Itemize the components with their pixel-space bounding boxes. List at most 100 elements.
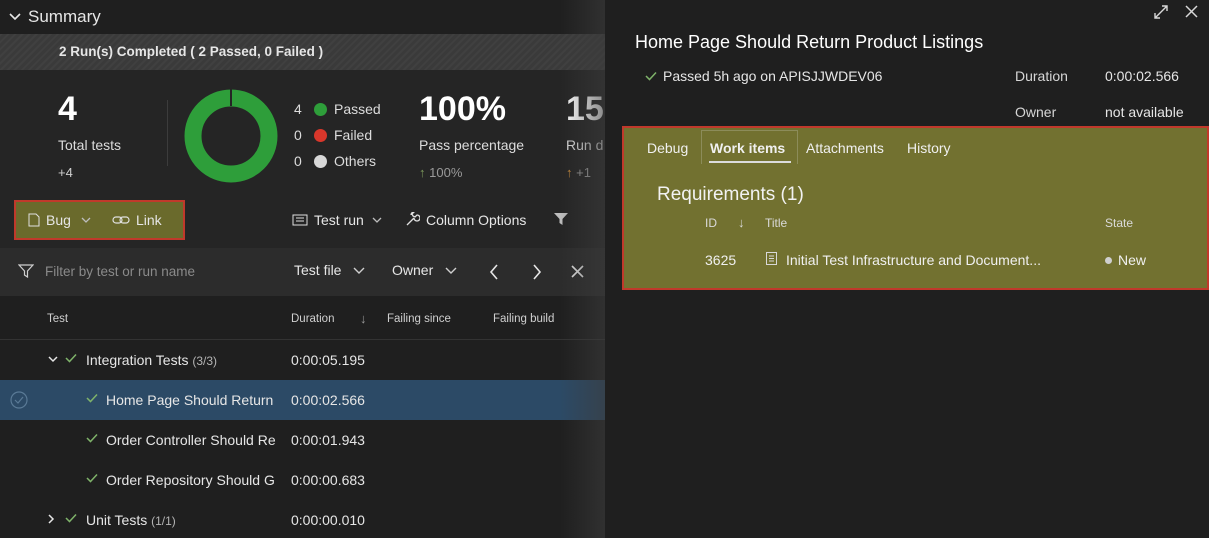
expand-icon[interactable]: [1153, 4, 1169, 20]
table-row[interactable]: Unit Tests (1/1) 0:00:00.010: [0, 500, 605, 538]
passed-status: Passed 5h ago on APISJJWDEV06: [645, 68, 882, 84]
state-text: New: [1118, 252, 1147, 268]
owner-dropdown[interactable]: Owner: [392, 262, 463, 278]
passed-label: Passed: [334, 101, 381, 117]
duration-label: Duration: [1015, 68, 1068, 84]
duration-value: 0:00:02.566: [1105, 68, 1179, 84]
run-completed-text: 2 Run(s) Completed ( 2 Passed, 0 Failed …: [59, 44, 324, 59]
col-id[interactable]: ID: [705, 216, 717, 230]
row-name: Integration Tests (3/3): [86, 352, 217, 368]
arrow-up-icon: ↑: [566, 165, 573, 180]
run-completed-banner: 2 Run(s) Completed ( 2 Passed, 0 Failed …: [0, 34, 605, 70]
test-run-dropdown[interactable]: Test run: [292, 212, 388, 228]
sort-down-icon[interactable]: ↓: [738, 215, 745, 230]
funnel-icon: [554, 213, 568, 225]
col-failing-build[interactable]: Failing build: [493, 313, 554, 325]
link-icon: [112, 216, 130, 224]
requirement-title-link[interactable]: Initial Test Infrastructure and Document…: [786, 252, 1041, 268]
total-tests-label: Total tests: [58, 137, 122, 153]
arrow-up-icon: ↑: [419, 165, 426, 180]
requirement-id: 3625: [705, 252, 737, 268]
chevron-down-icon: [81, 217, 91, 223]
row-name-text: Integration Tests: [86, 352, 189, 368]
check-icon: [65, 353, 77, 363]
row-duration: 0:00:02.566: [291, 392, 365, 408]
passed-count: 4: [294, 101, 302, 117]
row-name: Home Page Should Return: [106, 392, 274, 408]
close-icon[interactable]: [1185, 5, 1198, 18]
legend-failed: 0 Failed: [294, 127, 372, 143]
chevron-down-icon[interactable]: [8, 10, 22, 24]
filter-toggle-button[interactable]: [553, 212, 575, 226]
row-count: (1/1): [151, 514, 176, 528]
close-icon[interactable]: [571, 265, 584, 278]
chevron-left-icon[interactable]: [489, 264, 499, 280]
test-file-label: Test file: [294, 262, 342, 278]
test-detail-panel: Home Page Should Return Product Listings…: [605, 0, 1209, 538]
check-icon: [86, 473, 98, 483]
results-toolbar: Bug Link Test run Column Options: [0, 196, 605, 248]
chevron-down-icon: [372, 217, 382, 223]
row-duration: 0:00:00.683: [291, 472, 365, 488]
owner-value: not available: [1105, 104, 1184, 120]
failed-dot-icon: [314, 128, 327, 142]
chevron-right-icon[interactable]: [532, 264, 542, 280]
requirement-state: New: [1105, 252, 1146, 268]
col-test[interactable]: Test: [47, 313, 68, 325]
funnel-icon: [18, 264, 34, 278]
work-items-highlight: Debug Work items Attachments History Req…: [622, 126, 1209, 290]
active-tab-underline: [709, 161, 791, 163]
passed-text: Passed 5h ago on APISJJWDEV06: [663, 68, 883, 84]
column-options-label: Column Options: [426, 212, 527, 228]
tab-attachments[interactable]: Attachments: [806, 140, 884, 156]
tab-work-items[interactable]: Work items: [710, 140, 785, 156]
chevron-down-icon[interactable]: [48, 356, 58, 363]
pass-percentage-value: 100%: [419, 90, 506, 128]
test-results-panel: Summary 2 Run(s) Completed ( 2 Passed, 0…: [0, 0, 605, 538]
pass-percentage-delta: ↑ 100%: [419, 165, 462, 180]
run-delta-value: +1: [576, 165, 591, 180]
check-icon: [86, 393, 98, 403]
test-run-label: Test run: [314, 212, 364, 228]
bug-label: Bug: [46, 212, 71, 228]
bug-button[interactable]: Bug: [28, 212, 97, 228]
total-tests-delta: +4: [58, 165, 73, 180]
tab-debug[interactable]: Debug: [647, 140, 688, 156]
col-duration[interactable]: Duration: [291, 313, 334, 325]
table-row[interactable]: Integration Tests (3/3) 0:00:05.195: [0, 340, 605, 380]
table-row[interactable]: Home Page Should Return 0:00:02.566: [0, 380, 605, 420]
tab-history[interactable]: History: [907, 140, 951, 156]
stats-divider: [167, 100, 168, 166]
bug-doc-icon: [28, 213, 40, 227]
row-duration: 0:00:01.943: [291, 432, 365, 448]
list-icon: [292, 214, 308, 226]
detail-title: Home Page Should Return Product Listings: [635, 32, 984, 52]
row-duration: 0:00:05.195: [291, 352, 365, 368]
select-circle-icon[interactable]: [10, 391, 28, 409]
column-options-button[interactable]: Column Options: [404, 212, 526, 228]
run-duration-value: 15: [566, 90, 604, 128]
filter-bar: Filter by test or run name Test file Own…: [0, 248, 605, 296]
document-icon: [766, 252, 777, 265]
wrench-icon: [406, 212, 420, 226]
row-count: (3/3): [192, 354, 218, 368]
table-row[interactable]: Order Controller Should Re 0:00:01.943: [0, 420, 605, 460]
others-count: 0: [294, 153, 302, 169]
col-state[interactable]: State: [1105, 216, 1133, 230]
state-dot-icon: [1105, 256, 1112, 264]
col-title[interactable]: Title: [765, 216, 787, 230]
col-failing-since[interactable]: Failing since: [387, 313, 451, 325]
table-row[interactable]: Order Repository Should G 0:00:00.683: [0, 460, 605, 500]
summary-stats: 4 Total tests +4 4 Passed 0 Failed 0 Oth…: [0, 70, 605, 196]
sort-down-icon[interactable]: ↓: [360, 311, 367, 326]
row-duration: 0:00:00.010: [291, 512, 365, 528]
chevron-right-icon[interactable]: [48, 514, 55, 524]
run-duration-label: Run d: [566, 137, 604, 153]
link-button[interactable]: Link: [112, 212, 162, 228]
owner-label: Owner: [392, 262, 434, 278]
filter-input[interactable]: Filter by test or run name: [45, 264, 195, 279]
failed-count: 0: [294, 127, 302, 143]
summary-header[interactable]: Summary: [0, 0, 605, 34]
owner-label: Owner: [1015, 104, 1057, 120]
test-file-dropdown[interactable]: Test file: [294, 262, 371, 278]
